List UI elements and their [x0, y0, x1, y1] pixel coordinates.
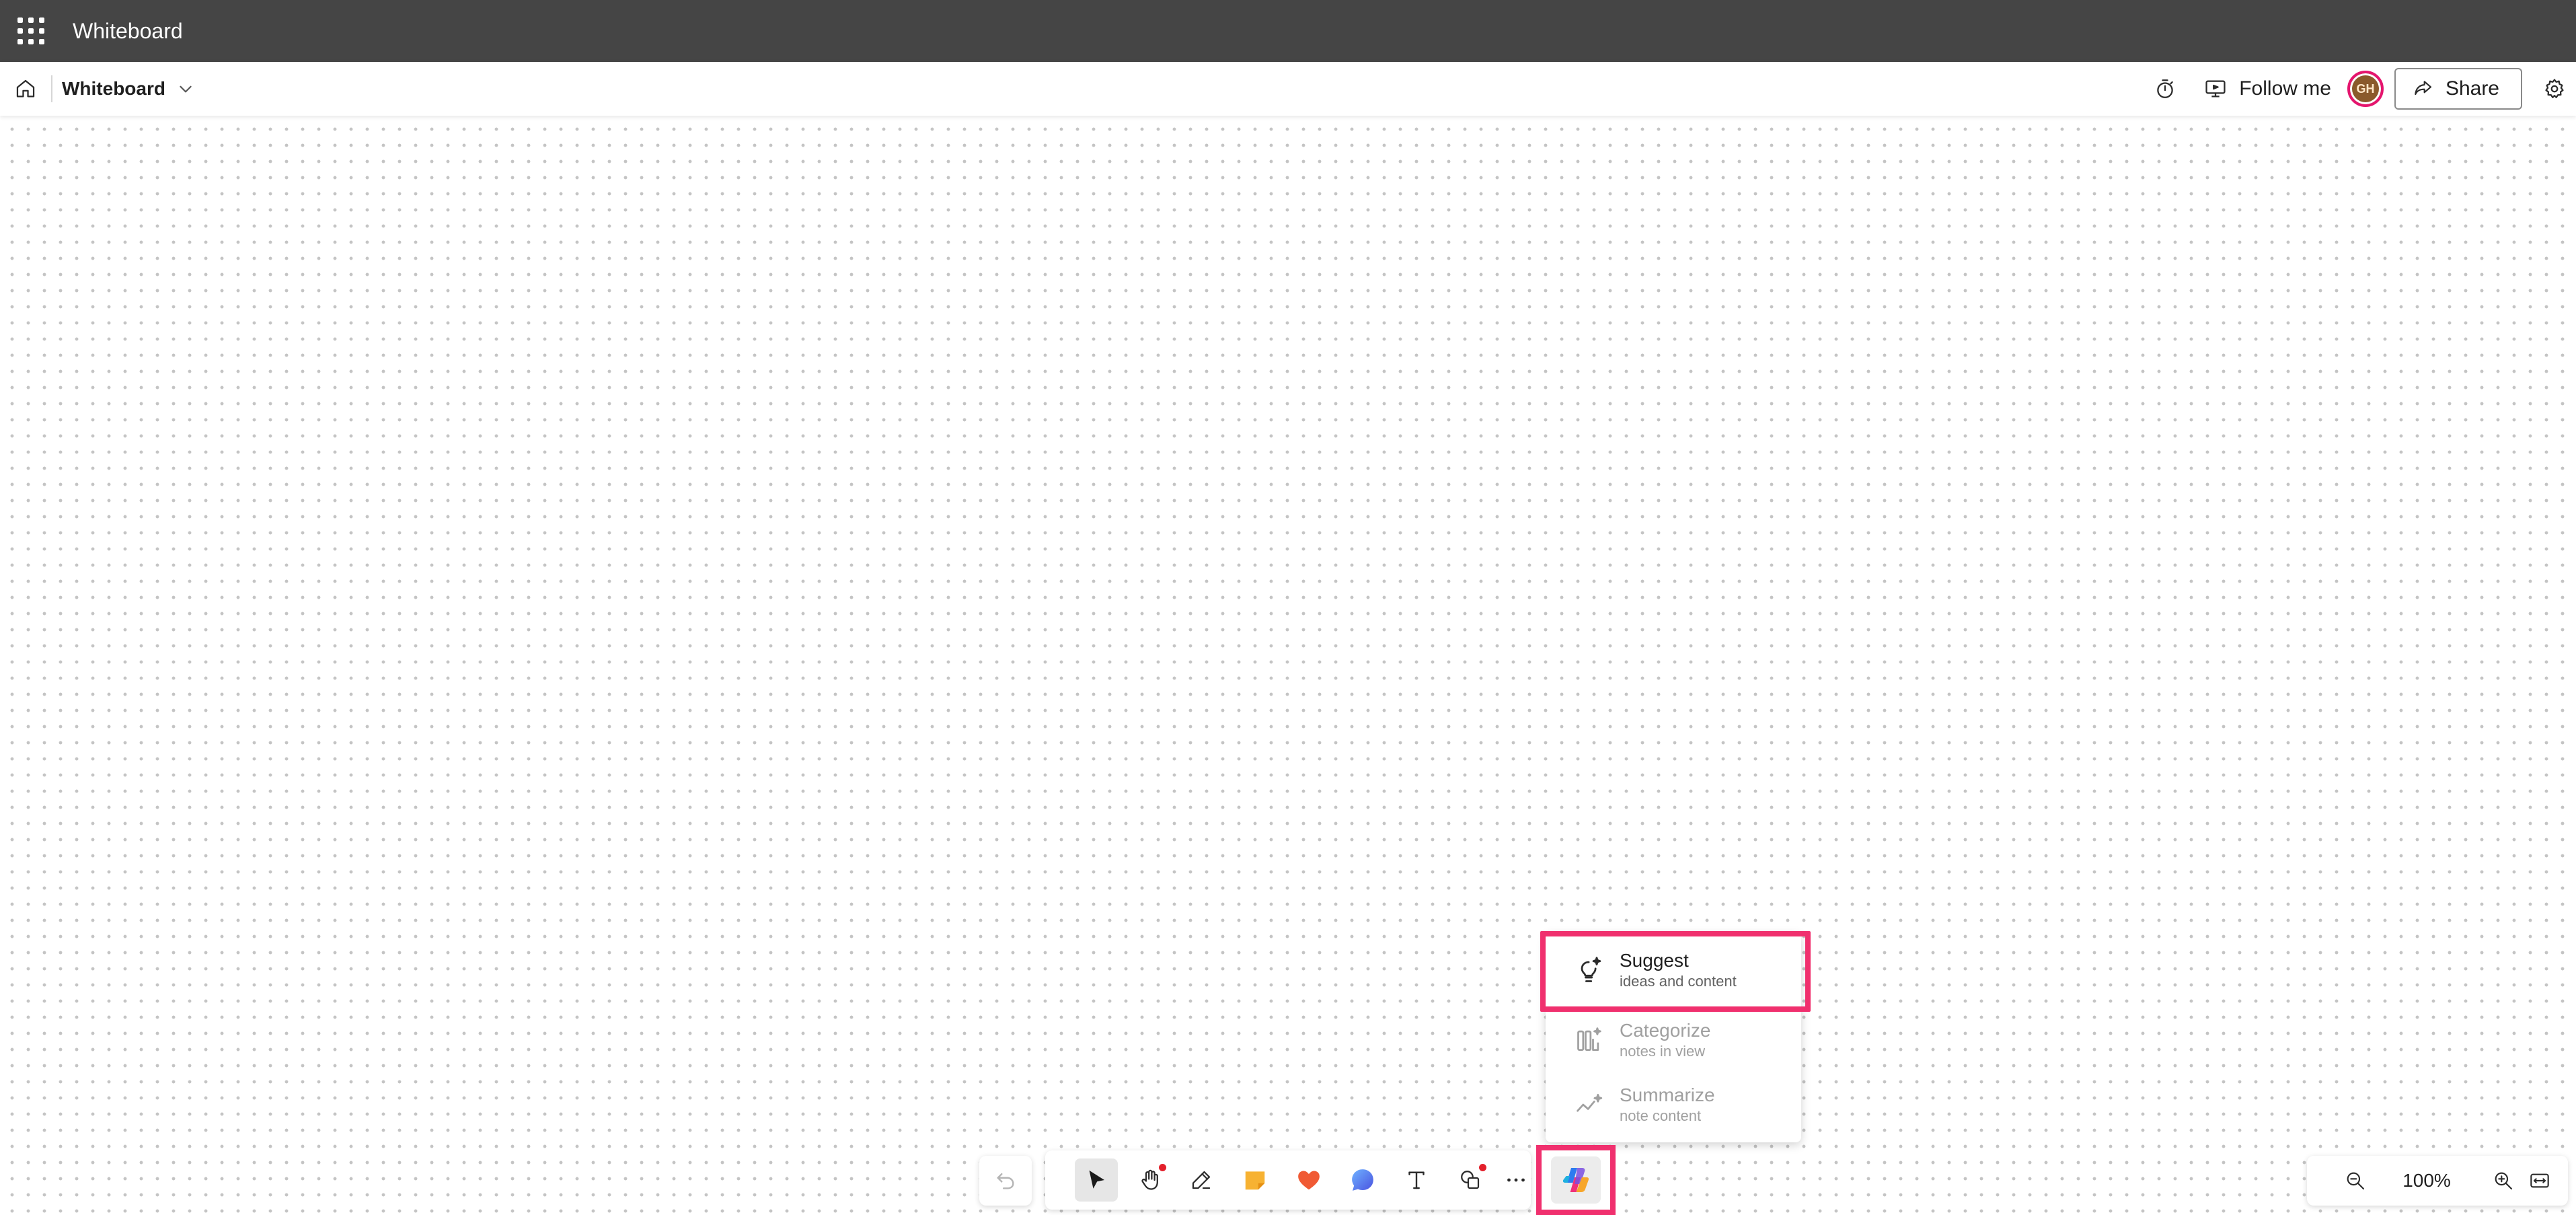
zoom-out-icon	[2347, 1172, 2365, 1190]
categorize-icon	[1573, 1023, 1606, 1057]
shapes-icon	[1461, 1171, 1480, 1189]
notification-dot	[1159, 1164, 1166, 1171]
menu-item-summarize[interactable]: Summarize note content	[1546, 1072, 1801, 1137]
share-icon	[2415, 81, 2432, 96]
zoom-controls: 100%	[2307, 1156, 2568, 1206]
comment-icon	[1352, 1169, 1373, 1191]
tools-toolbar	[1045, 1150, 1531, 1210]
timer-button[interactable]	[2146, 70, 2184, 108]
select-tool[interactable]	[1075, 1158, 1118, 1202]
board-name[interactable]: Whiteboard	[62, 78, 165, 100]
present-icon	[2205, 80, 2226, 98]
more-tools-button[interactable]	[1503, 1158, 1529, 1202]
menu-item-subtitle: ideas and content	[1620, 973, 1737, 990]
share-button[interactable]: Share	[2394, 68, 2522, 110]
home-button[interactable]	[7, 70, 44, 108]
notification-dot	[1479, 1164, 1486, 1171]
whiteboard-canvas[interactable]	[0, 116, 2576, 1215]
pen-icon	[1192, 1171, 1211, 1189]
pan-tool[interactable]	[1129, 1158, 1172, 1202]
toolbar-divider	[51, 75, 52, 102]
menu-item-suggest[interactable]: Suggest ideas and content	[1546, 938, 1801, 1002]
menu-item-title: Summarize	[1620, 1084, 1715, 1105]
comment-tool[interactable]	[1341, 1158, 1384, 1202]
copilot-menu: Suggest ideas and content Categorize not…	[1546, 932, 1801, 1142]
menu-item-subtitle: note content	[1620, 1107, 1702, 1124]
app-launcher-icon[interactable]	[17, 17, 44, 44]
app-title: Whiteboard	[73, 18, 183, 43]
heart-icon	[1298, 1171, 1320, 1190]
gear-icon	[2545, 79, 2564, 98]
avatar[interactable]: GH	[2347, 71, 2384, 107]
more-icon	[1507, 1178, 1525, 1182]
sticky-note-tool[interactable]	[1234, 1158, 1277, 1202]
timer-icon	[2157, 79, 2173, 98]
undo-icon	[997, 1173, 1014, 1189]
zoom-in-button[interactable]	[2485, 1162, 2522, 1200]
copilot-button[interactable]	[1536, 1145, 1616, 1215]
board-menu-button[interactable]	[175, 78, 196, 100]
fit-to-screen-button[interactable]	[2521, 1162, 2559, 1200]
copilot-icon	[1562, 1168, 1589, 1192]
share-label: Share	[2445, 77, 2499, 100]
zoom-out-button[interactable]	[2337, 1162, 2374, 1200]
shapes-tool[interactable]	[1449, 1158, 1492, 1202]
sticky-note-icon	[1245, 1171, 1265, 1190]
follow-me-label: Follow me	[2239, 77, 2331, 100]
follow-me-button[interactable]: Follow me	[2197, 70, 2338, 108]
menu-item-subtitle: notes in view	[1620, 1043, 1706, 1060]
zoom-in-icon	[2495, 1172, 2513, 1190]
menu-item-title: Suggest	[1620, 950, 1689, 971]
home-icon	[16, 79, 35, 98]
hand-icon	[1141, 1169, 1158, 1190]
pointer-icon	[1089, 1170, 1104, 1189]
settings-button[interactable]	[2536, 70, 2573, 108]
text-icon	[1408, 1171, 1425, 1189]
menu-item-categorize[interactable]: Categorize notes in view	[1546, 1008, 1801, 1072]
fit-to-screen-icon	[2530, 1173, 2549, 1188]
lightbulb-sparkle-icon	[1573, 953, 1606, 987]
chevron-down-icon	[180, 85, 192, 93]
zoom-level[interactable]: 100%	[2377, 1156, 2476, 1206]
reactions-tool[interactable]	[1287, 1158, 1330, 1202]
app-bar: Whiteboard	[0, 0, 2576, 62]
summarize-icon	[1573, 1088, 1606, 1121]
copilot-button-face	[1551, 1156, 1601, 1204]
undo-button[interactable]	[979, 1156, 1032, 1206]
menu-item-title: Categorize	[1620, 1020, 1711, 1041]
pen-tool[interactable]	[1180, 1158, 1223, 1202]
text-tool[interactable]	[1395, 1158, 1438, 1202]
board-toolbar: Whiteboard Follow me GH Share	[0, 62, 2576, 116]
